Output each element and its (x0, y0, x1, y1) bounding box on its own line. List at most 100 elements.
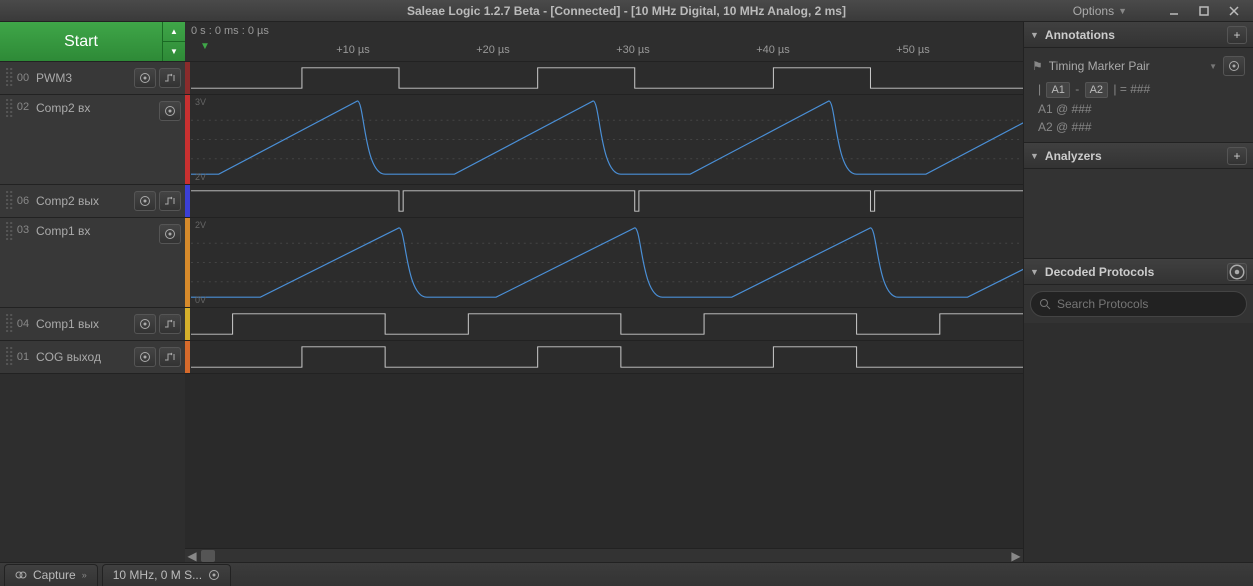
disclosure-triangle-icon[interactable]: ▼ (1030, 267, 1039, 277)
add-annotation-button[interactable]: + (1227, 26, 1247, 44)
drag-handle-icon[interactable]: ⠿⠿ (4, 193, 14, 209)
channel-settings-button[interactable] (159, 101, 181, 121)
waveform-row[interactable] (185, 62, 1023, 95)
options-menu[interactable]: Options ▼ (1067, 0, 1133, 22)
search-icon (1039, 298, 1051, 310)
channel-number: 06 (14, 195, 32, 207)
waveform-row[interactable]: 2V0V (185, 218, 1023, 308)
voltage-label: 2V (195, 220, 206, 230)
channel-row[interactable]: ⠿⠿ 06 Comp2 вых (0, 185, 185, 218)
time-tick: +50 µs (896, 44, 930, 56)
channel-name[interactable]: COG выход (32, 350, 134, 364)
channel-name[interactable]: Comp2 вых (32, 194, 134, 208)
time-tick: +30 µs (616, 44, 650, 56)
scroll-thumb[interactable] (201, 550, 215, 562)
channel-color-tab (185, 308, 190, 340)
channel-settings-button[interactable] (134, 347, 156, 367)
channel-settings-button[interactable] (134, 68, 156, 88)
channel-settings-button[interactable] (134, 191, 156, 211)
capture-icon (15, 569, 27, 581)
gear-icon[interactable] (208, 569, 220, 581)
channel-color-tab (185, 218, 190, 307)
channel-name[interactable]: PWM3 (32, 71, 134, 85)
cursor-marker-icon[interactable]: ▼ (200, 41, 210, 52)
channel-number: 03 (14, 224, 32, 236)
channel-settings-button[interactable] (159, 224, 181, 244)
waveform-row[interactable]: 3V 2V (185, 95, 1023, 185)
analyzers-body (1024, 169, 1253, 259)
scroll-right-arrow[interactable]: ▶ (1009, 549, 1023, 563)
decoded-header[interactable]: ▼ Decoded Protocols (1024, 259, 1253, 285)
capture-tab[interactable]: Capture » (4, 564, 98, 586)
channel-name[interactable]: Comp2 вх (32, 101, 159, 115)
trigger-button[interactable] (159, 347, 181, 367)
waveform-row[interactable] (185, 341, 1023, 374)
start-down-arrow[interactable]: ▼ (163, 42, 185, 61)
bottom-bar: Capture » 10 MHz, 0 M S... (0, 562, 1253, 586)
close-button[interactable] (1219, 0, 1249, 22)
channel-row[interactable]: ⠿⠿ 01 COG выход (0, 341, 185, 374)
marker-settings-button[interactable] (1223, 56, 1245, 76)
settings-tab[interactable]: 10 MHz, 0 M S... (102, 564, 231, 586)
waveform-row[interactable] (185, 185, 1023, 218)
voltage-label: 2V (195, 172, 206, 182)
channel-name[interactable]: Comp1 вх (32, 224, 159, 238)
window-title: Saleae Logic 1.2.7 Beta - [Connected] - … (407, 4, 846, 18)
voltage-label: 3V (195, 97, 206, 107)
marker-pair-dropdown[interactable]: Timing Marker Pair (1049, 59, 1209, 73)
scroll-left-arrow[interactable]: ◀ (185, 549, 199, 563)
time-tick: +40 µs (756, 44, 790, 56)
channel-row[interactable]: ⠿⠿ 03 Comp1 вх (0, 218, 185, 308)
trigger-button[interactable] (159, 191, 181, 211)
analyzers-header[interactable]: ▼ Analyzers + (1024, 143, 1253, 169)
trigger-button[interactable] (159, 314, 181, 334)
search-input[interactable] (1057, 297, 1238, 311)
channel-settings-button[interactable] (134, 314, 156, 334)
chevron-down-icon: ▼ (1118, 6, 1127, 16)
trigger-button[interactable] (159, 68, 181, 88)
channel-color-tab (185, 341, 190, 373)
drag-handle-icon[interactable]: ⠿⠿ (4, 316, 14, 332)
marker-a1: A1 @ ### (1038, 102, 1245, 116)
time-origin: 0 s : 0 ms : 0 µs (191, 25, 269, 37)
start-button[interactable]: Start (0, 22, 163, 61)
time-tick: +20 µs (476, 44, 510, 56)
start-button-label: Start (64, 33, 98, 51)
time-ruler[interactable]: 0 s : 0 ms : 0 µs ▼ +10 µs+20 µs+30 µs+4… (185, 22, 1023, 62)
disclosure-triangle-icon[interactable]: ▼ (1030, 30, 1039, 40)
drag-handle-icon[interactable]: ⠿⠿ (4, 70, 14, 86)
right-panel: ▼ Annotations + ⚑ Timing Marker Pair ▼ |… (1023, 22, 1253, 562)
marker-diff: | A1 - A2 | = ### (1038, 82, 1245, 98)
waveform-area[interactable]: 0 s : 0 ms : 0 µs ▼ +10 µs+20 µs+30 µs+4… (185, 22, 1023, 562)
minimize-button[interactable] (1159, 0, 1189, 22)
channel-name[interactable]: Comp1 вых (32, 317, 134, 331)
channel-color-tab (185, 95, 190, 184)
flag-icon: ⚑ (1032, 59, 1043, 73)
chevron-down-icon[interactable]: ▼ (1209, 62, 1217, 71)
annotations-header[interactable]: ▼ Annotations + (1024, 22, 1253, 48)
options-label: Options (1073, 4, 1114, 18)
decoded-settings-button[interactable] (1227, 263, 1247, 281)
add-analyzer-button[interactable]: + (1227, 147, 1247, 165)
maximize-button[interactable] (1189, 0, 1219, 22)
decoded-body (1024, 285, 1253, 323)
search-protocols[interactable] (1030, 291, 1247, 317)
channel-number: 02 (14, 101, 32, 113)
channel-number: 04 (14, 318, 32, 330)
channel-number: 01 (14, 351, 32, 363)
capture-tab-label: Capture (33, 568, 76, 582)
chevron-right-icon[interactable]: » (82, 570, 87, 580)
drag-handle-icon[interactable]: ⠿⠿ (4, 224, 14, 240)
disclosure-triangle-icon[interactable]: ▼ (1030, 151, 1039, 161)
channel-row[interactable]: ⠿⠿ 02 Comp2 вх (0, 95, 185, 185)
waveform-row[interactable] (185, 308, 1023, 341)
channel-row[interactable]: ⠿⠿ 00 PWM3 (0, 62, 185, 95)
channel-row[interactable]: ⠿⠿ 04 Comp1 вых (0, 308, 185, 341)
horizontal-scrollbar[interactable]: ◀ ▶ (185, 548, 1023, 562)
channel-number: 00 (14, 72, 32, 84)
drag-handle-icon[interactable]: ⠿⠿ (4, 101, 14, 117)
channel-sidebar: Start ▲ ▼ ⠿⠿ 00 PWM3 ⠿⠿ 02 Comp2 вх (0, 22, 185, 562)
analyzers-title: Analyzers (1045, 149, 1227, 163)
start-up-arrow[interactable]: ▲ (163, 22, 185, 42)
drag-handle-icon[interactable]: ⠿⠿ (4, 349, 14, 365)
